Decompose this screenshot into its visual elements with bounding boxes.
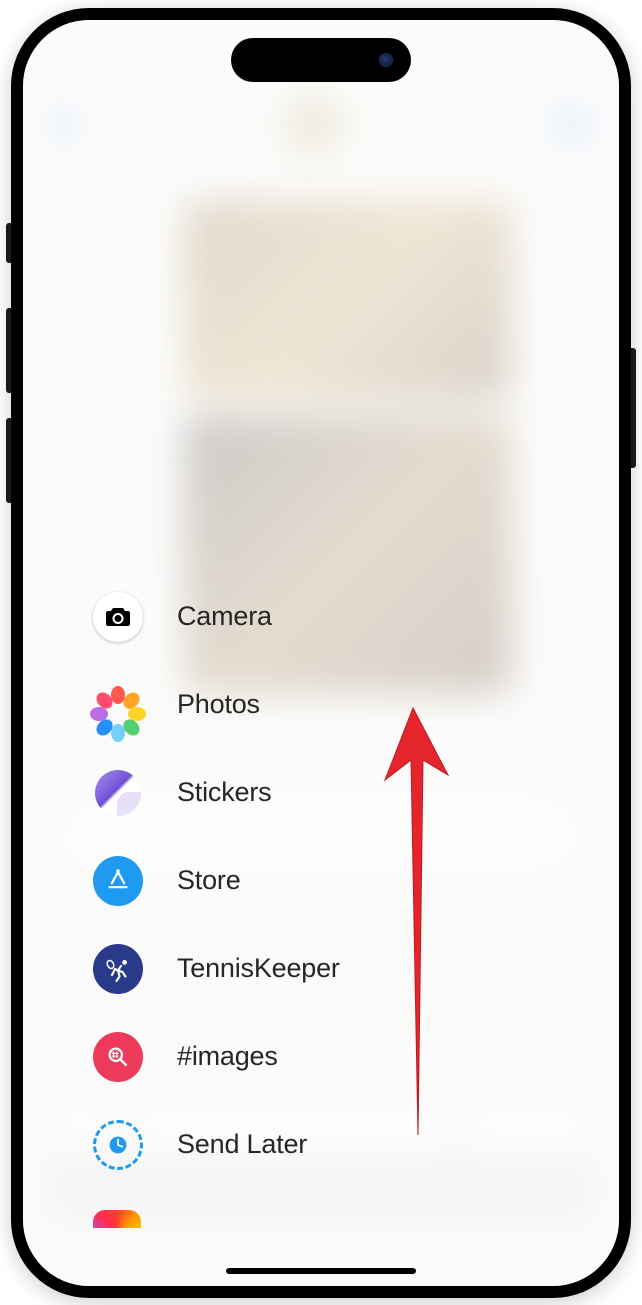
iphone-frame: Camera Photos: [11, 8, 631, 1298]
dynamic-island: [231, 38, 411, 82]
menu-label-send-later: Send Later: [177, 1129, 307, 1160]
screen: Camera Photos: [23, 20, 619, 1286]
mute-switch: [6, 223, 11, 263]
menu-item-stickers[interactable]: Stickers: [93, 768, 340, 818]
menu-item-store[interactable]: Store: [93, 856, 340, 906]
menu-item-camera[interactable]: Camera: [93, 592, 340, 642]
stickers-icon: [93, 768, 143, 818]
menu-item-send-later[interactable]: Send Later: [93, 1120, 340, 1170]
photos-icon: [93, 680, 143, 730]
menu-label-camera: Camera: [177, 601, 272, 632]
home-indicator[interactable]: [226, 1268, 416, 1274]
volume-down-button: [6, 418, 11, 503]
menu-item-partial[interactable]: [93, 1208, 340, 1228]
partial-icon: [93, 1210, 141, 1228]
store-icon: [93, 856, 143, 906]
volume-up-button: [6, 308, 11, 393]
menu-label-tenniskeeper: TennisKeeper: [177, 953, 340, 984]
menu-label-photos: Photos: [177, 689, 260, 720]
imessage-app-drawer: Camera Photos: [93, 592, 340, 1228]
menu-label-stickers: Stickers: [177, 777, 271, 808]
hash-images-icon: [93, 1032, 143, 1082]
front-camera: [379, 53, 393, 67]
send-later-icon: [93, 1120, 143, 1170]
menu-label-hash-images: #images: [177, 1041, 278, 1072]
menu-item-hash-images[interactable]: #images: [93, 1032, 340, 1082]
tenniskeeper-icon: [93, 944, 143, 994]
menu-item-photos[interactable]: Photos: [93, 680, 340, 730]
menu-item-tenniskeeper[interactable]: TennisKeeper: [93, 944, 340, 994]
menu-label-store: Store: [177, 865, 241, 896]
camera-icon: [93, 592, 143, 642]
side-button: [631, 348, 636, 468]
